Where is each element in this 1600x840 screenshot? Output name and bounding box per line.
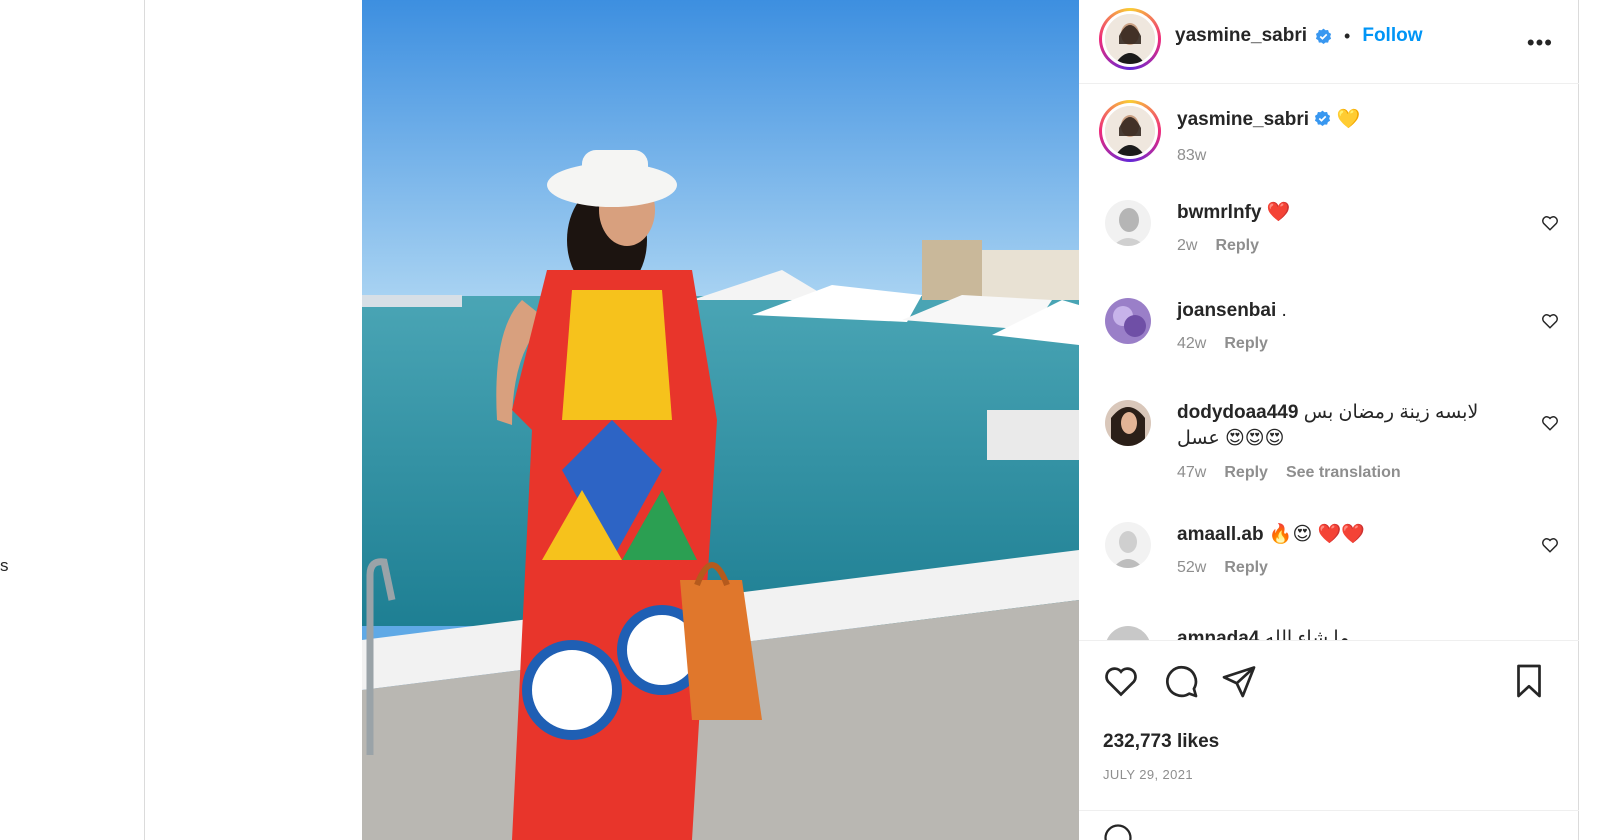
reply-button[interactable]: Reply	[1224, 464, 1268, 482]
comment-text: amnada4 ما شاء الله	[1177, 626, 1519, 640]
post-date: JULY 29, 2021	[1103, 767, 1194, 782]
comment-meta: 52w Reply	[1177, 559, 1268, 577]
comment-meta: 47w Reply See translation	[1177, 464, 1401, 482]
comment-body: ❤️	[1266, 202, 1291, 223]
background-page: s	[0, 0, 145, 840]
post-header: yasmine_sabri • Follow •••	[1079, 0, 1579, 84]
caption-time: 83w	[1177, 147, 1207, 164]
comment-text: bwmrlnfy ❤️	[1177, 200, 1519, 226]
reply-button[interactable]: Reply	[1224, 559, 1268, 577]
caption-avatar[interactable]	[1099, 100, 1161, 162]
comment-text: joansenbai .	[1177, 298, 1519, 324]
caption-text: yasmine_sabri 💛	[1177, 107, 1519, 133]
commenter-avatar[interactable]	[1105, 200, 1151, 246]
comment-body: .	[1281, 300, 1287, 321]
author-avatar[interactable]	[1099, 8, 1161, 70]
comment-icon[interactable]	[1163, 663, 1199, 699]
emoji-icon[interactable]	[1103, 823, 1133, 840]
commenter-avatar[interactable]	[1105, 400, 1151, 446]
bookmark-icon[interactable]	[1511, 663, 1547, 699]
commenter-avatar[interactable]	[1105, 298, 1151, 344]
heart-icon[interactable]	[1103, 663, 1139, 699]
comment-text: dodydoaa449 لابسه زينة رمضان بس عسل 😍😍😍	[1177, 400, 1519, 452]
comment-username[interactable]: amaall.ab	[1177, 524, 1264, 545]
comment-time: 2w	[1177, 237, 1198, 254]
share-icon[interactable]	[1221, 663, 1257, 699]
background-divider	[144, 0, 145, 840]
caption-emoji: 💛	[1336, 109, 1361, 130]
comment-time: 47w	[1177, 464, 1207, 481]
comment-time: 52w	[1177, 559, 1207, 576]
background-partial-text: s	[0, 556, 9, 575]
comment-time: 42w	[1177, 335, 1207, 352]
see-translation-button[interactable]: See translation	[1286, 464, 1401, 482]
verified-icon	[1315, 28, 1332, 44]
author-username[interactable]: yasmine_sabri	[1175, 25, 1307, 47]
comments-list[interactable]: yasmine_sabri 💛 83w bwmrlnfy ❤️ 2w Reply	[1079, 84, 1579, 640]
reply-button[interactable]: Reply	[1224, 335, 1268, 353]
heart-icon[interactable]	[1541, 414, 1559, 432]
comment-body: ما شاء الله	[1264, 628, 1350, 640]
comment-body: 🔥😍 ❤️❤️	[1268, 524, 1365, 545]
comment-text: amaall.ab 🔥😍 ❤️❤️	[1177, 522, 1519, 548]
comment-username[interactable]: dodydoaa449	[1177, 402, 1298, 423]
heart-icon[interactable]	[1541, 214, 1559, 232]
caption-username[interactable]: yasmine_sabri	[1177, 109, 1309, 130]
commenter-avatar[interactable]	[1105, 626, 1151, 640]
comment-username[interactable]: amnada4	[1177, 628, 1259, 640]
heart-icon[interactable]	[1541, 312, 1559, 330]
post-image[interactable]	[362, 0, 1079, 840]
commenter-avatar[interactable]	[1105, 522, 1151, 568]
post-side-panel: yasmine_sabri • Follow ••• yasmine_sabri…	[1079, 0, 1579, 840]
comment-meta: 42w Reply	[1177, 335, 1268, 353]
more-icon[interactable]: •••	[1527, 30, 1553, 56]
likes-count[interactable]: 232,773 likes	[1103, 731, 1219, 753]
comment-username[interactable]: bwmrlnfy	[1177, 202, 1261, 223]
post-actions: 232,773 likes JULY 29, 2021	[1079, 640, 1579, 810]
heart-icon[interactable]	[1541, 536, 1559, 554]
follow-button[interactable]: Follow	[1362, 25, 1422, 47]
right-gutter	[1580, 0, 1600, 840]
caption-meta: 83w	[1177, 147, 1206, 165]
add-comment-bar	[1079, 810, 1579, 840]
separator-dot: •	[1344, 25, 1351, 46]
comment-username[interactable]: joansenbai	[1177, 300, 1276, 321]
verified-icon	[1315, 110, 1331, 126]
comment-meta: 2w Reply	[1177, 237, 1259, 255]
reply-button[interactable]: Reply	[1215, 237, 1259, 255]
